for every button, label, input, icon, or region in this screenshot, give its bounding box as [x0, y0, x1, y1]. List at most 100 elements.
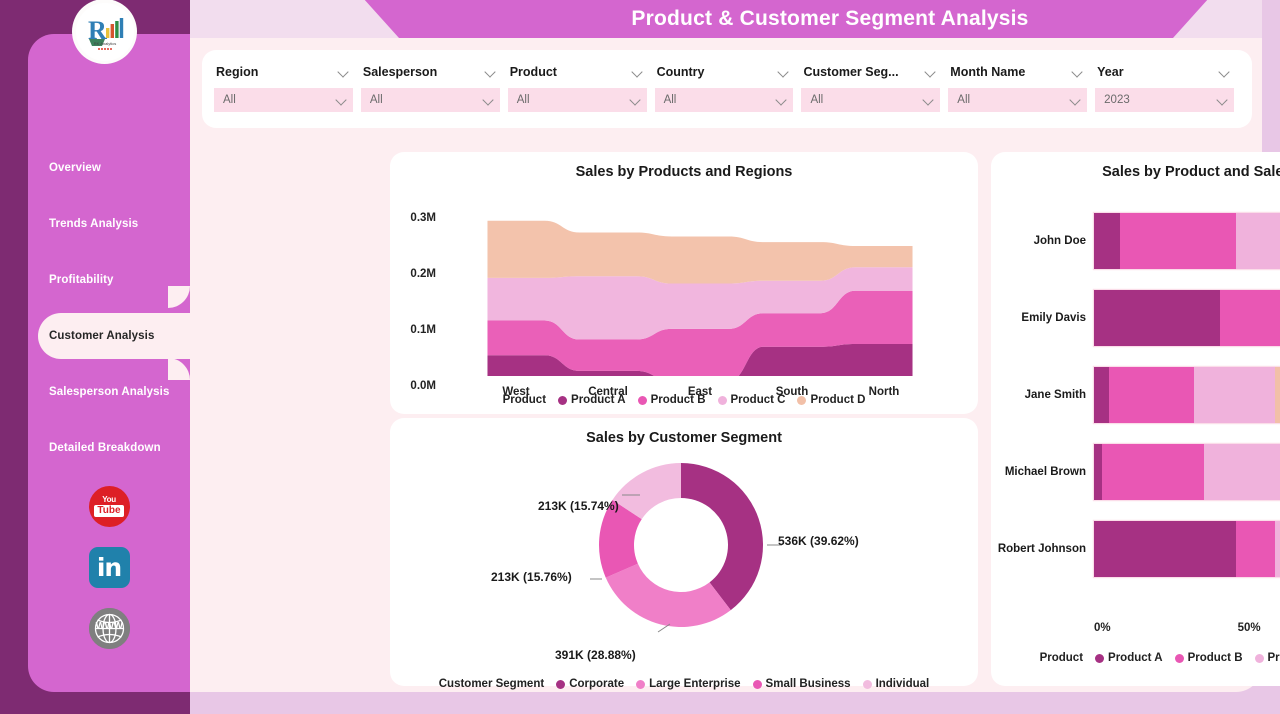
filter-value: All: [957, 94, 971, 106]
chevron-down-icon[interactable]: [778, 67, 789, 78]
x-tick-label: South: [775, 386, 809, 398]
bar-segment-product-a[interactable]: [1094, 212, 1120, 269]
filter-region-select[interactable]: All: [214, 88, 353, 112]
filter-customer-segment: Customer Seg... All: [801, 60, 948, 128]
bar-segment-product-a[interactable]: [1094, 366, 1109, 423]
bar-row: Emily Davis: [991, 279, 1280, 356]
filter-bar: Region All Salesperson All Product All C…: [202, 50, 1252, 128]
filter-value: 2023: [1104, 94, 1130, 106]
chevron-down-icon: [776, 95, 787, 106]
legend-swatch: [1174, 653, 1184, 663]
chevron-down-icon[interactable]: [1072, 67, 1083, 78]
legend-swatch: [862, 679, 872, 689]
filter-salesperson: Salesperson All: [360, 60, 508, 128]
stacked-bar-rows: John Doe Emily Davis Jane Smith Michael Bro…: [991, 202, 1280, 587]
chevron-down-icon[interactable]: [485, 67, 496, 78]
legend-label: Corporate: [569, 678, 625, 690]
bar-segment-product-c[interactable]: [1203, 443, 1280, 500]
legend-label: Product B: [1187, 652, 1243, 664]
bar-row: Michael Brown: [991, 433, 1280, 510]
filter-customer-segment-select[interactable]: All: [801, 88, 941, 112]
bar-segment-product-d[interactable]: [1274, 366, 1280, 423]
bar-category-label: John Doe: [1033, 234, 1086, 247]
sidebar-item-detailed-breakdown[interactable]: Detailed Breakdown: [28, 420, 190, 476]
y-tick-label: 0.0M: [410, 380, 436, 392]
youtube-icon[interactable]: You Tube: [88, 486, 130, 527]
sidebar-item-label: Overview: [49, 162, 101, 174]
dashboard-root: R RK Analytics Overview Trends Analysis …: [0, 0, 1280, 714]
bar-segment-product-b[interactable]: [1219, 289, 1280, 346]
legend-item[interactable]: Small Business: [752, 678, 851, 690]
linkedin-icon[interactable]: in: [88, 547, 130, 588]
filter-salesperson-select[interactable]: All: [360, 88, 500, 112]
stacked-bar[interactable]: [1094, 520, 1280, 577]
chevron-down-icon: [923, 95, 934, 106]
sidebar-item-profitability[interactable]: Profitability: [28, 252, 190, 308]
chart-title: Sales by Customer Segment: [586, 430, 782, 446]
legend-swatch: [752, 679, 762, 689]
legend-item[interactable]: Large Enterprise: [636, 678, 741, 690]
donut-chart-plot: 536K (39.62%) 391K (28.88%) 213K (15.76%…: [390, 446, 978, 662]
bar-segment-product-a[interactable]: [1094, 443, 1103, 500]
bar-category-label: Emily Davis: [1021, 311, 1086, 324]
sidebar-item-trends-analysis[interactable]: Trends Analysis: [28, 196, 190, 252]
bar-segment-product-c[interactable]: [1274, 520, 1280, 577]
legend-item[interactable]: Product C: [1254, 652, 1280, 664]
sidebar-item-label: Customer Analysis: [49, 330, 155, 342]
legend-swatch: [636, 679, 646, 689]
chevron-down-icon[interactable]: [925, 67, 936, 78]
chart-card-sales-by-product-and-salesperson: Sales by Product and Salesperson John Do…: [991, 152, 1280, 686]
legend-item[interactable]: Individual: [862, 678, 930, 690]
stacked-bar[interactable]: [1094, 366, 1280, 423]
chevron-down-icon[interactable]: [1219, 67, 1230, 78]
legend-label: Individual: [875, 678, 930, 690]
filter-product: Product All: [507, 60, 655, 128]
stacked-bar[interactable]: [1094, 443, 1280, 500]
sidebar-item-label: Trends Analysis: [49, 218, 139, 230]
donut-slice-large-enterprise[interactable]: [605, 563, 731, 627]
legend-item[interactable]: Corporate: [556, 678, 624, 690]
bar-segment-product-c[interactable]: [1194, 366, 1275, 423]
bar-row: Robert Johnson: [991, 510, 1280, 587]
bar-segment-product-b[interactable]: [1102, 443, 1204, 500]
filter-value: All: [223, 94, 236, 106]
chevron-down-icon[interactable]: [632, 67, 643, 78]
filter-month-name-select[interactable]: All: [948, 88, 1088, 112]
bar-segment-product-c[interactable]: [1236, 212, 1280, 269]
area-chart-plot: 0.0M 0.1M 0.2M 0.3M West Central East South Nor…: [390, 180, 978, 398]
report-page: Product & Customer Segment Analysis Regi…: [190, 0, 1280, 692]
donut-data-label: 213K (15.76%): [491, 570, 572, 584]
filter-year: Year 2023: [1095, 60, 1242, 128]
chevron-down-icon[interactable]: [338, 67, 349, 78]
bar-category-label: Robert Johnson: [997, 542, 1086, 555]
legend-item[interactable]: Product B: [1174, 652, 1243, 664]
legend-label: Large Enterprise: [649, 678, 741, 690]
x-axis-labels: 0%50%100%: [1094, 622, 1280, 634]
legend-item[interactable]: Product A: [1095, 652, 1163, 664]
donut-slice-corporate[interactable]: [681, 463, 763, 611]
filter-label: Year: [1097, 65, 1124, 79]
bar-segment-product-b[interactable]: [1119, 212, 1237, 269]
sidebar-nav: Overview Trends Analysis Profitability C…: [28, 140, 218, 476]
chart-legend: ProductProduct AProduct BProduct CProduc…: [991, 652, 1280, 664]
stacked-bar[interactable]: [1094, 289, 1280, 346]
chevron-down-icon: [1217, 95, 1228, 106]
filter-year-select[interactable]: 2023: [1095, 88, 1235, 112]
donut-chart-svg[interactable]: [390, 446, 978, 636]
legend-label: Product C: [1267, 652, 1280, 664]
chart-title: Sales by Product and Salesperson: [1102, 164, 1280, 180]
sidebar-item-customer-analysis[interactable]: Customer Analysis: [28, 308, 218, 364]
chart-legend: Customer Segment Corporate Large Enterpris…: [390, 678, 978, 690]
stacked-bar[interactable]: [1094, 212, 1280, 269]
bar-segment-product-b[interactable]: [1236, 520, 1275, 577]
website-globe-icon[interactable]: WWW: [88, 608, 130, 649]
bar-segment-product-a[interactable]: [1094, 520, 1237, 577]
sidebar-item-salesperson-analysis[interactable]: Salesperson Analysis: [28, 364, 190, 420]
bar-segment-product-b[interactable]: [1108, 366, 1195, 423]
area-chart-svg[interactable]: [390, 180, 978, 376]
bar-segment-product-a[interactable]: [1094, 289, 1220, 346]
chevron-down-icon: [1070, 95, 1081, 106]
filter-country-select[interactable]: All: [654, 88, 794, 112]
sidebar-item-overview[interactable]: Overview: [28, 140, 190, 196]
filter-product-select[interactable]: All: [507, 88, 647, 112]
